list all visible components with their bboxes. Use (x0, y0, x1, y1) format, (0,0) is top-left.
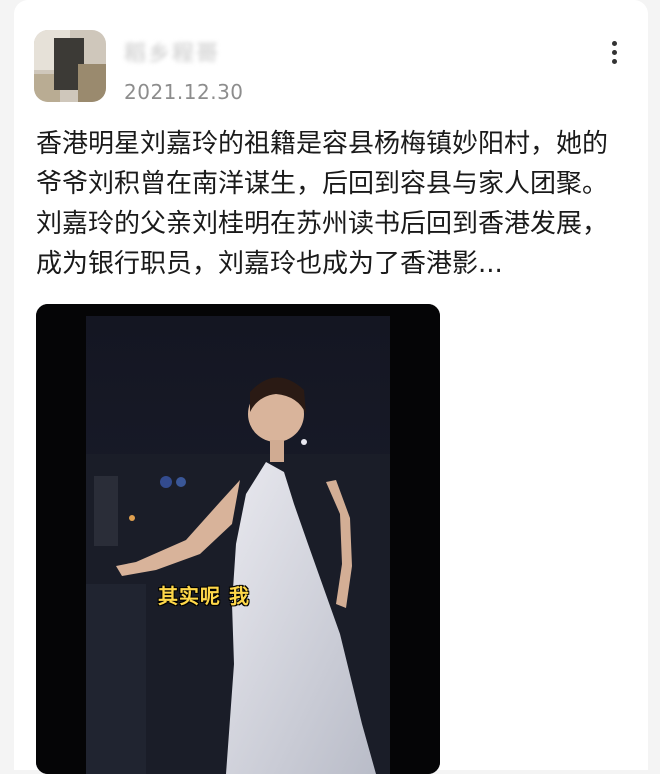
post-text[interactable]: 香港明星刘嘉玲的祖籍是容县杨梅镇妙阳村，她的爷爷刘积曾在南洋谋生，后回到容县与家… (36, 124, 616, 284)
video-subtitle: 其实呢 我 (158, 584, 250, 608)
post-date: 2021.12.30 (124, 80, 244, 104)
video-thumbnail[interactable]: 其实呢 我 (36, 304, 440, 774)
author-name[interactable]: 稻乡程哥 (124, 36, 254, 62)
avatar[interactable] (34, 30, 106, 102)
more-options-icon[interactable] (606, 38, 624, 68)
video-frame (36, 304, 440, 774)
